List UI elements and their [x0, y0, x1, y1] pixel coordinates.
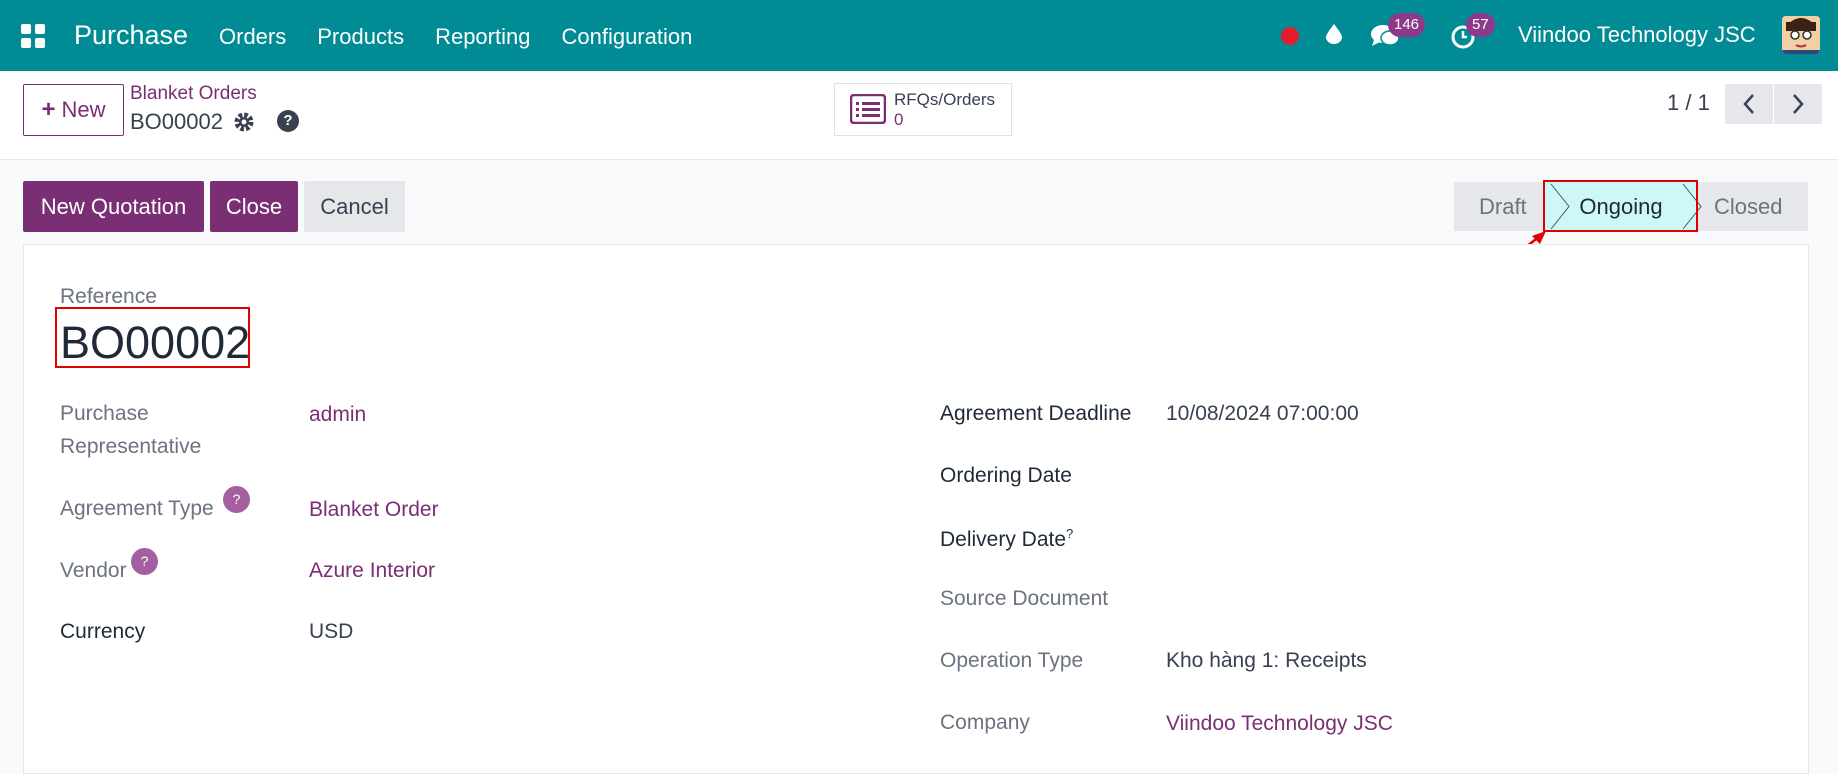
agreement-type-field[interactable]: Blanket Order	[309, 498, 439, 522]
source-document-label: Source Document	[940, 587, 1109, 610]
vendor-label: Vendor	[60, 559, 127, 582]
purchase-rep-label: Purchase	[60, 402, 149, 425]
app-name[interactable]: Purchase	[74, 20, 188, 51]
reference-highlight-box	[55, 307, 250, 368]
company-switcher[interactable]: Viindoo Technology JSC	[1518, 22, 1756, 48]
help-tooltip-icon[interactable]: ?	[223, 486, 250, 513]
menu-products[interactable]: Products	[317, 24, 404, 50]
breadcrumb-parent[interactable]: Blanket Orders	[130, 83, 257, 105]
ordering-date-field[interactable]	[1166, 460, 1566, 490]
vendor-field[interactable]: Azure Interior	[309, 559, 435, 583]
agreement-deadline-label: Agreement Deadline	[940, 402, 1132, 425]
menu-orders[interactable]: Orders	[219, 24, 286, 50]
help-tooltip-icon[interactable]: ?	[131, 548, 158, 575]
company-label: Company	[940, 711, 1030, 734]
main-menu: Orders Products Reporting Configuration	[219, 24, 723, 50]
smart-button-value: 0	[894, 110, 904, 129]
agreement-type-label: Agreement Type	[60, 497, 214, 520]
ordering-date-label: Ordering Date	[940, 464, 1072, 487]
menu-reporting[interactable]: Reporting	[435, 24, 530, 50]
pager-next-button[interactable]	[1774, 84, 1822, 124]
top-navbar: Purchase Orders Products Reporting Confi…	[0, 0, 1838, 71]
control-panel: + New Blanket Orders BO00002 ? RFQs/Order…	[0, 71, 1838, 160]
user-avatar[interactable]	[1782, 16, 1820, 54]
chevron-left-icon	[1743, 94, 1754, 114]
highlight-box	[1543, 180, 1698, 232]
currency-field[interactable]: USD	[309, 620, 353, 644]
chevron-right-icon	[1793, 94, 1804, 114]
delivery-date-label: Delivery Date?	[940, 526, 1074, 551]
source-document-field[interactable]	[1166, 583, 1566, 613]
activities-badge: 57	[1466, 13, 1495, 37]
agreement-deadline-field[interactable]: 10/08/2024 07:00:00	[1166, 402, 1359, 426]
list-icon	[850, 94, 886, 124]
purchase-rep-field[interactable]: admin	[309, 403, 366, 427]
stage-closed[interactable]: Closed	[1714, 182, 1782, 231]
reference-label: Reference	[60, 285, 157, 308]
pager-previous-button[interactable]	[1725, 84, 1773, 124]
currency-label: Currency	[60, 620, 146, 643]
apps-menu-icon[interactable]	[21, 24, 45, 48]
operation-type-field[interactable]: Kho hàng 1: Receipts	[1166, 649, 1367, 673]
plus-icon: +	[41, 96, 56, 123]
record-icon[interactable]	[1281, 27, 1299, 45]
stage-draft[interactable]: Draft	[1479, 182, 1527, 231]
new-button[interactable]: + New	[23, 84, 124, 136]
droplet-icon[interactable]	[1326, 24, 1342, 44]
operation-type-label: Operation Type	[940, 649, 1084, 672]
smart-button-label: RFQs/Orders	[894, 90, 996, 109]
messages-badge: 146	[1388, 13, 1426, 37]
cancel-button[interactable]: Cancel	[304, 181, 405, 232]
breadcrumb-current: BO00002	[130, 109, 223, 134]
pager-value[interactable]: 1 / 1	[1667, 90, 1710, 116]
company-field[interactable]: Viindoo Technology JSC	[1166, 712, 1393, 736]
close-button[interactable]: Close	[210, 181, 298, 232]
form-sheet	[23, 244, 1809, 774]
menu-configuration[interactable]: Configuration	[561, 24, 692, 50]
purchase-rep-label-line2: Representative	[60, 435, 202, 458]
rfqs-orders-smart-button[interactable]: RFQs/Orders 0	[834, 83, 1012, 136]
new-quotation-button[interactable]: New Quotation	[23, 181, 204, 232]
help-icon[interactable]: ?	[277, 110, 299, 132]
delivery-date-field[interactable]	[1166, 522, 1566, 552]
gear-icon[interactable]	[233, 111, 255, 133]
